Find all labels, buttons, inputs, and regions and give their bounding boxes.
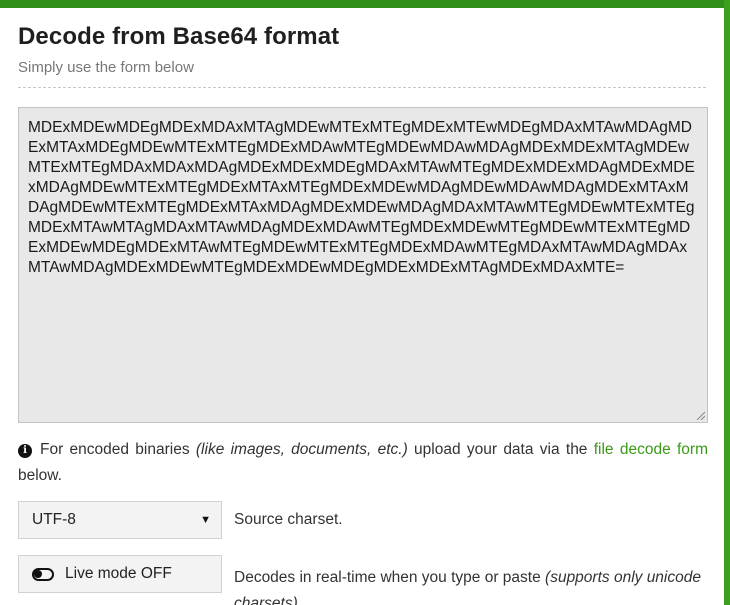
live-mode-description: Decodes in real-time when you type or pa…: [234, 565, 706, 605]
page-subtitle: Simply use the form below: [18, 59, 194, 76]
binary-info-text: i For encoded binaries (like images, docu…: [18, 437, 708, 489]
live-desc-text: Decodes in real-time when you type or pa…: [234, 569, 541, 586]
page-title: Decode from Base64 format: [18, 23, 340, 50]
divider: [18, 87, 706, 88]
info-italic: (like images, documents, etc.): [195, 441, 408, 458]
live-mode-toggle-button[interactable]: Live mode OFF: [18, 555, 222, 593]
caret-down-icon: ▼: [200, 514, 211, 526]
info-middle: upload your data via the: [414, 441, 588, 458]
top-accent-bar: [0, 0, 730, 8]
charset-row: UTF-8 ▼ Source charset.: [18, 501, 706, 539]
charset-label: Source charset.: [234, 511, 343, 528]
info-suffix: below.: [18, 467, 62, 484]
toggle-off-icon: [32, 567, 54, 581]
live-mode-row: Live mode OFF Decodes in real-time when …: [18, 555, 706, 605]
resize-grip-icon[interactable]: [695, 410, 705, 420]
right-accent-edge: [724, 0, 730, 605]
decode-panel: Decode from Base64 format Simply use the…: [0, 8, 724, 605]
file-decode-form-link[interactable]: file decode form: [594, 441, 708, 458]
charset-select[interactable]: UTF-8 ▼: [18, 501, 222, 539]
live-mode-label: Live mode OFF: [65, 565, 172, 582]
input-container: MDExMDEwMDEgMDExMDAxMTAgMDEwMTExMTEgMDEx…: [18, 107, 708, 423]
info-prefix: For encoded binaries: [40, 441, 190, 458]
base64-input[interactable]: MDExMDEwMDEgMDExMDAxMTAgMDEwMTExMTEgMDEx…: [19, 108, 707, 422]
info-circle-icon: i: [18, 444, 32, 458]
charset-selected-value: UTF-8: [32, 511, 76, 528]
